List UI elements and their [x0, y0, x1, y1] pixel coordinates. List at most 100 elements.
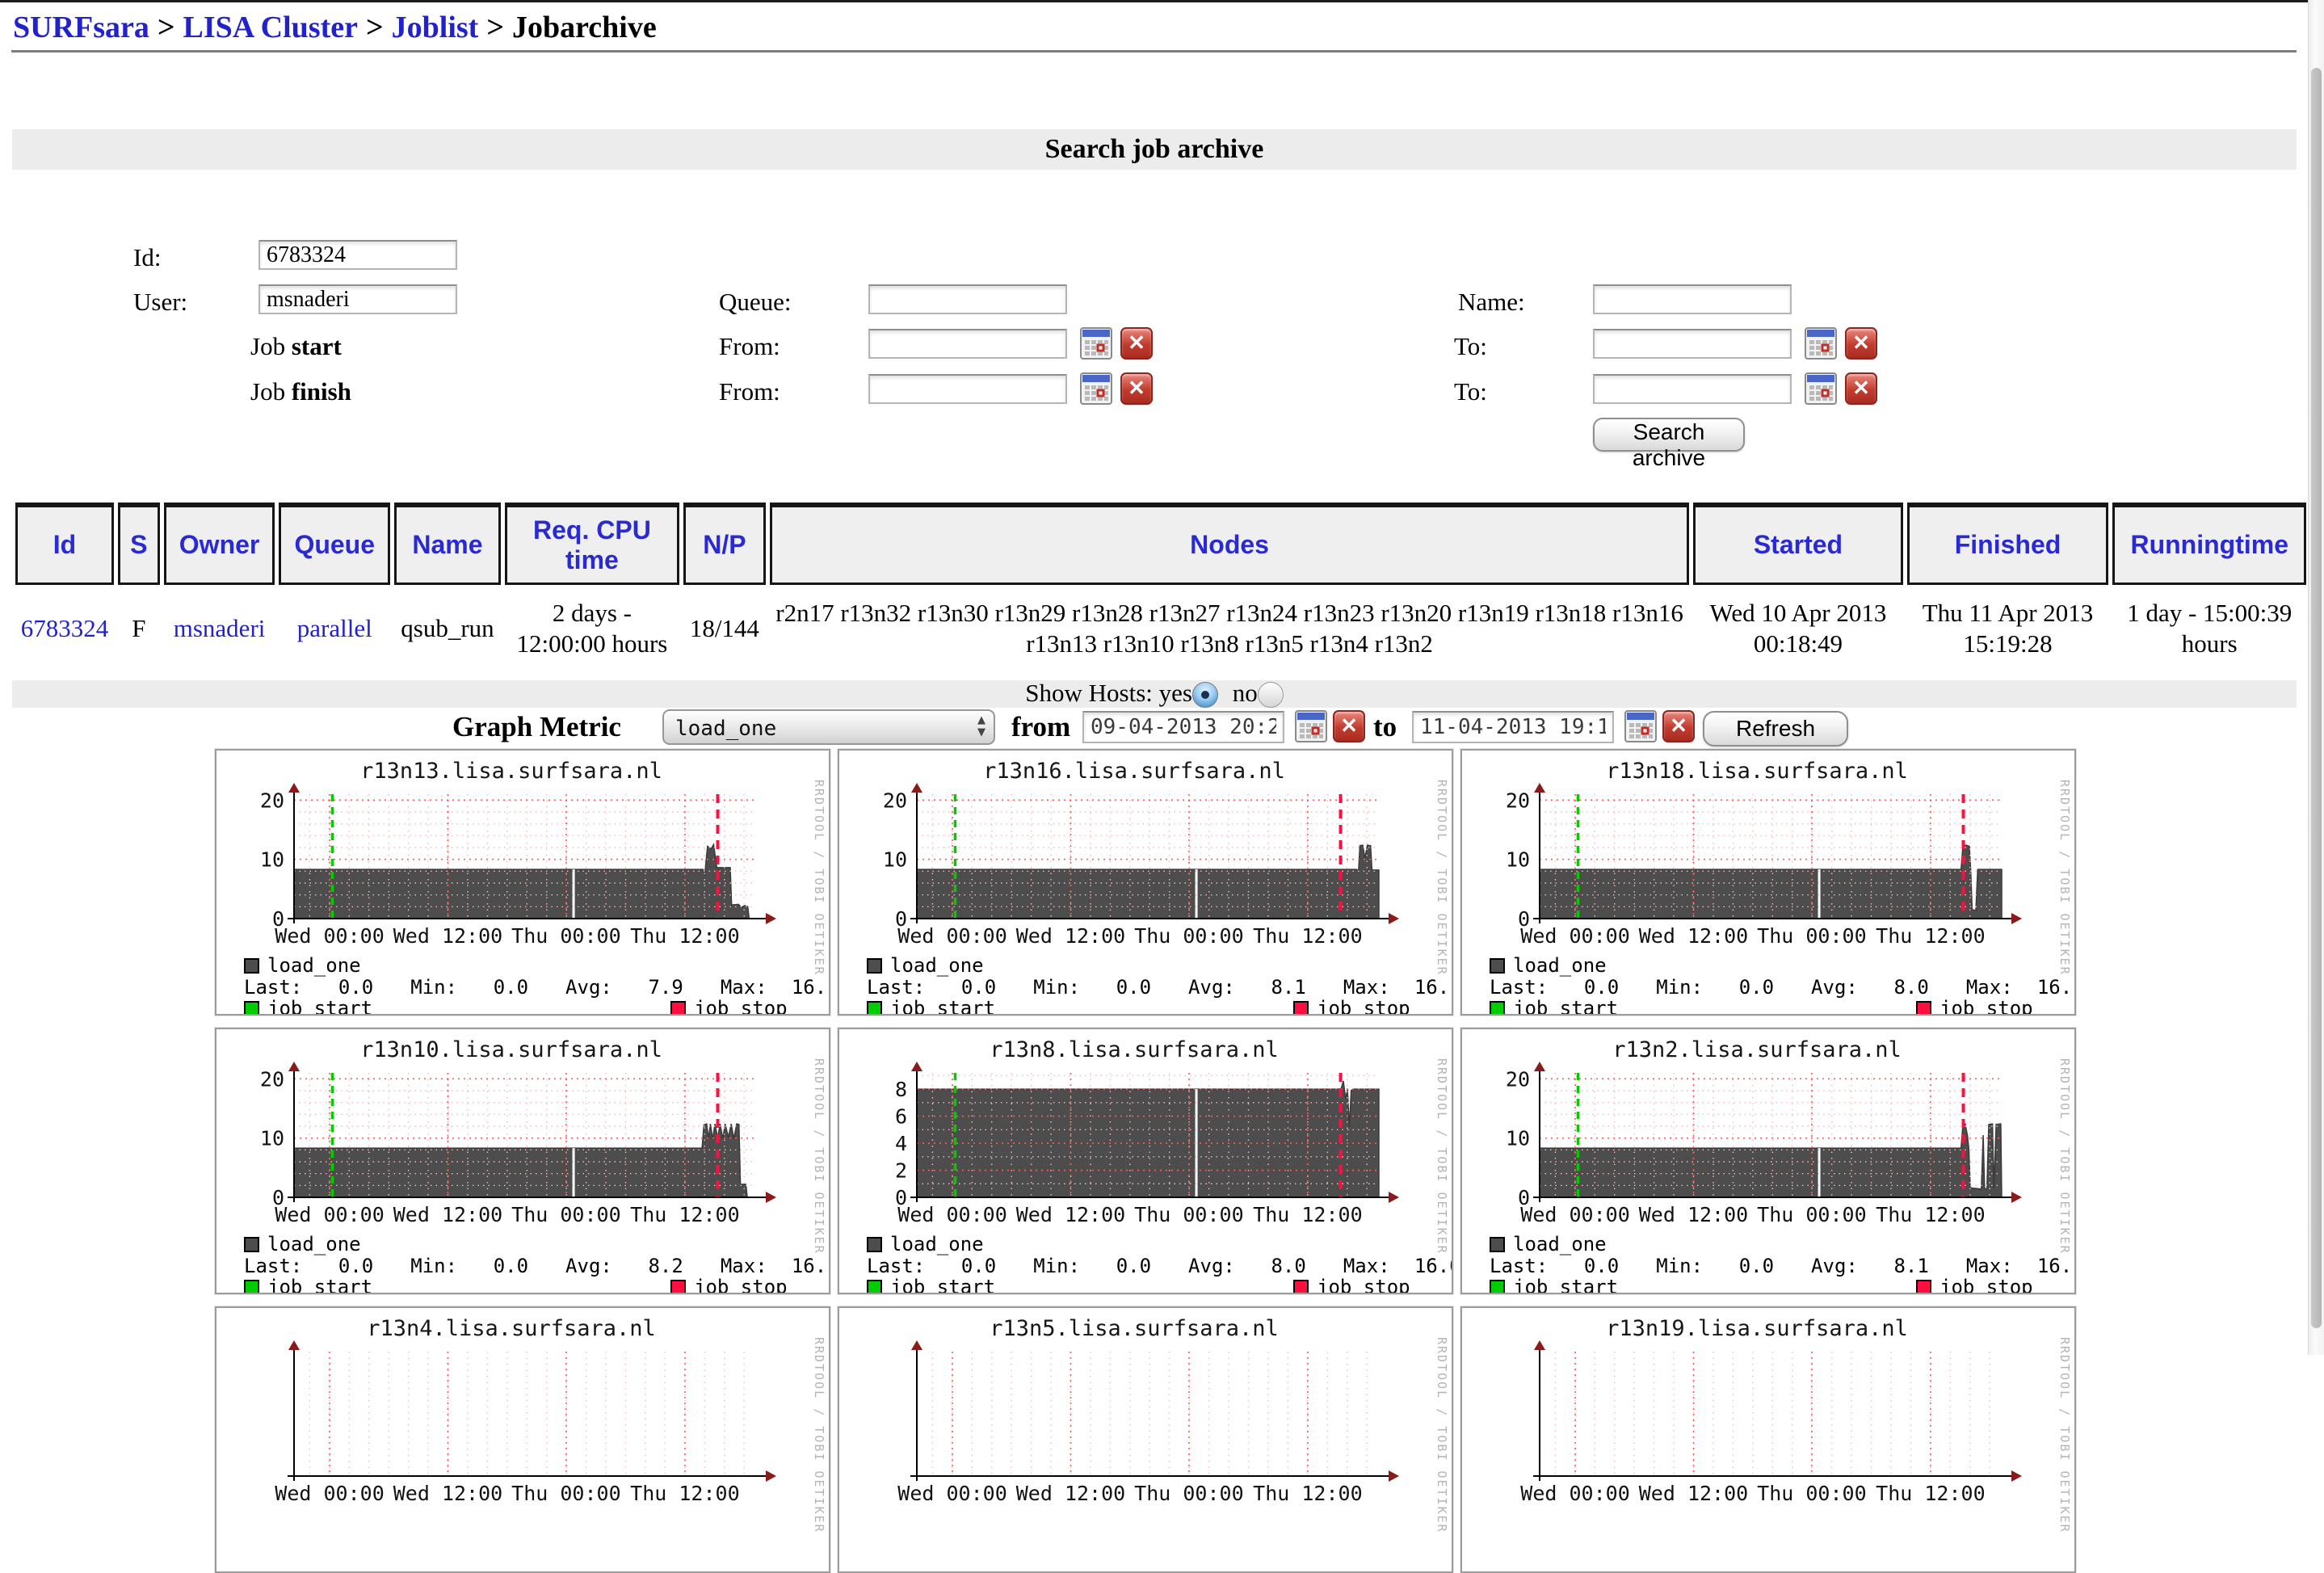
legend-stats: Last:0.0Min:0.0Avg:7.9Max:16.1: [244, 976, 829, 999]
load-one-swatch: [1490, 1237, 1505, 1252]
show-hosts-no-radio[interactable]: [1257, 682, 1284, 708]
clear-date-icon[interactable]: ✕: [1845, 372, 1877, 405]
window-top-edge: [0, 0, 2324, 2]
calendar-icon[interactable]: [1079, 326, 1113, 360]
legend-series: load_one: [1490, 954, 1607, 977]
cell-owner[interactable]: msnaderi: [164, 585, 275, 672]
svg-text:Wed 00:00: Wed 00:00: [275, 1203, 384, 1226]
graph-title: r13n4.lisa.surfsara.nl: [367, 1316, 656, 1341]
rrdtool-watermark: RRDTOOL / TOBI OETIKER: [2057, 1337, 2072, 1533]
column-header-queue: Queue: [279, 503, 391, 585]
svg-text:Thu 12:00: Thu 12:00: [630, 1203, 739, 1226]
job-stop-swatch: [1916, 1280, 1931, 1293]
to-label: to: [1373, 711, 1397, 742]
cell-runningtime: 1 day - 15:00:39 hours: [2127, 599, 2292, 658]
breadcrumb-separator: >: [157, 11, 175, 44]
graphs-from-input[interactable]: [1082, 711, 1284, 743]
legend-series: load_one: [1490, 1233, 1607, 1255]
svg-text:Wed 00:00: Wed 00:00: [275, 924, 384, 948]
svg-text:Thu 12:00: Thu 12:00: [630, 1482, 739, 1505]
svg-text:Wed 00:00: Wed 00:00: [1520, 1482, 1629, 1505]
graph-title: r13n19.lisa.surfsara.nl: [1606, 1316, 1908, 1341]
svg-text:Wed 12:00: Wed 12:00: [393, 1203, 502, 1226]
breadcrumb-link[interactable]: LISA Cluster: [183, 11, 358, 44]
graph-panel-r13n18[interactable]: r13n18.lisa.surfsara.nl RRDTOOL / TOBI OE…: [1460, 749, 2076, 1016]
breadcrumb-separator: >: [365, 11, 384, 44]
graph-panel-r13n4[interactable]: r13n4.lisa.surfsara.nl RRDTOOL / TOBI OET…: [215, 1306, 830, 1573]
rrdtool-watermark: RRDTOOL / TOBI OETIKER: [1435, 1058, 1449, 1255]
breadcrumb-separator: >: [486, 11, 504, 44]
load-one-chart: Wed 00:00 Wed 12:00 Thu 00:00 Thu 12:00: [1520, 1340, 2022, 1505]
breadcrumb-link[interactable]: Joblist: [392, 11, 479, 44]
cell-started: Wed 10 Apr 2013 00:18:49: [1709, 599, 1887, 658]
from-label: from: [1011, 711, 1071, 742]
svg-text:4: 4: [895, 1132, 907, 1155]
load-one-swatch: [1490, 958, 1505, 974]
job-finish-to-input[interactable]: [1593, 374, 1792, 404]
clear-date-icon[interactable]: ✕: [1333, 710, 1365, 742]
refresh-graphs-button[interactable]: Refresh graphs: [1703, 711, 1848, 773]
job-stop-swatch: [670, 1280, 686, 1293]
graphs-to-input[interactable]: [1412, 711, 1614, 743]
job-id-link: 6783324: [20, 614, 109, 642]
cell-queue[interactable]: parallel: [279, 585, 390, 672]
metric-select-value: load_one: [675, 717, 777, 741]
load-one-swatch: [867, 958, 882, 974]
cell-id[interactable]: 6783324: [15, 585, 114, 672]
clear-date-icon[interactable]: ✕: [1120, 327, 1153, 360]
column-header-s: S: [117, 503, 160, 585]
load-one-chart: 02468Wed 00:00 Wed 12:00 Thu 00:00 Thu 12:0…: [895, 1062, 1399, 1226]
svg-text:Thu 00:00: Thu 00:00: [1757, 1203, 1866, 1226]
svg-text:Thu 00:00: Thu 00:00: [1757, 924, 1866, 948]
cell-status: F: [132, 614, 146, 642]
scrollbar-thumb[interactable]: [2311, 68, 2322, 1328]
user-input[interactable]: [258, 284, 457, 314]
job-start-to-input[interactable]: [1593, 329, 1792, 359]
job-finish-from-label: From:: [719, 377, 780, 406]
graph-panel-r13n2[interactable]: r13n2.lisa.surfsara.nl RRDTOOL / TOBI OET…: [1460, 1028, 2076, 1294]
svg-text:10: 10: [1506, 1127, 1530, 1150]
clear-date-icon[interactable]: ✕: [1845, 327, 1877, 360]
graph-title: r13n2.lisa.surfsara.nl: [1612, 1037, 1902, 1062]
graph-panel-r13n13[interactable]: r13n13.lisa.surfsara.nl RRDTOOL / TOBI OE…: [215, 749, 830, 1016]
name-input[interactable]: [1593, 284, 1792, 314]
clear-date-icon[interactable]: ✕: [1662, 710, 1695, 742]
svg-text:Thu 12:00: Thu 12:00: [1876, 1203, 1985, 1226]
metric-select[interactable]: load_one ▲ ▼: [662, 709, 995, 745]
graph-panel-r13n16[interactable]: r13n16.lisa.surfsara.nl RRDTOOL / TOBI OE…: [838, 749, 1453, 1016]
graph-panel-r13n5[interactable]: r13n5.lisa.surfsara.nl RRDTOOL / TOBI OET…: [838, 1306, 1453, 1573]
job-start-swatch: [1490, 1001, 1505, 1014]
svg-text:10: 10: [260, 1127, 284, 1150]
calendar-icon[interactable]: [1079, 372, 1113, 406]
graph-panel-r13n19[interactable]: r13n19.lisa.surfsara.nl RRDTOOL / TOBI OE…: [1460, 1306, 2076, 1573]
rrdtool-watermark: RRDTOOL / TOBI OETIKER: [2057, 780, 2072, 976]
queue-input[interactable]: [868, 284, 1067, 314]
legend-job-markers: job start job stop: [1490, 1276, 2055, 1293]
graph-panel-r13n10[interactable]: r13n10.lisa.surfsara.nl RRDTOOL / TOBI OE…: [215, 1028, 830, 1294]
breadcrumb-link[interactable]: SURFsara: [13, 11, 149, 44]
calendar-icon[interactable]: [1294, 709, 1328, 743]
graph-panel-r13n8[interactable]: r13n8.lisa.surfsara.nl RRDTOOL / TOBI OET…: [838, 1028, 1453, 1294]
calendar-icon[interactable]: [1624, 709, 1658, 743]
graph-title: r13n10.lisa.surfsara.nl: [360, 1037, 662, 1062]
load-one-swatch: [244, 958, 259, 974]
graph-title: r13n16.lisa.surfsara.nl: [983, 759, 1285, 784]
scrollbar-track[interactable]: [2308, 0, 2324, 1355]
rrdtool-watermark: RRDTOOL / TOBI OETIKER: [812, 1337, 826, 1533]
svg-text:Wed 00:00: Wed 00:00: [1520, 1203, 1629, 1226]
job-start-from-input[interactable]: [868, 329, 1067, 359]
load-one-chart: 01020Wed 00:00 Wed 12:00 Thu 00:00 Thu 12:0…: [1506, 783, 2022, 948]
search-archive-button[interactable]: Search archive: [1593, 418, 1745, 470]
show-hosts-yes-radio[interactable]: [1191, 682, 1218, 708]
legend-job-markers: job start job stop: [867, 997, 1432, 1014]
rrdtool-watermark: RRDTOOL / TOBI OETIKER: [1435, 780, 1449, 976]
job-finish-from-input[interactable]: [868, 374, 1067, 404]
calendar-icon[interactable]: [1804, 326, 1838, 360]
column-header-req-cpu-time: Req. CPU time: [504, 503, 679, 585]
calendar-icon[interactable]: [1804, 372, 1838, 406]
clear-date-icon[interactable]: ✕: [1120, 372, 1153, 405]
svg-text:Wed 12:00: Wed 12:00: [393, 924, 502, 948]
id-input[interactable]: [258, 240, 457, 270]
cell-nodes: r2n17 r13n32 r13n30 r13n29 r13n28 r13n27…: [775, 599, 1683, 658]
load-one-chart: 01020Wed 00:00 Wed 12:00 Thu 00:00 Thu 12:0…: [883, 783, 1399, 948]
